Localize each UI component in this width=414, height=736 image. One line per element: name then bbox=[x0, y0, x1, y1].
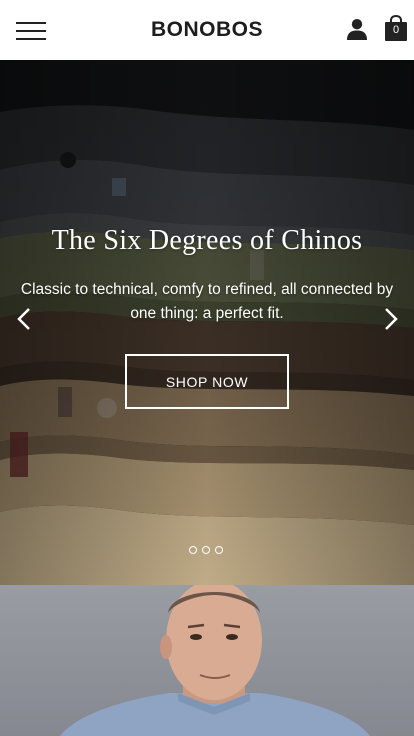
carousel-dot[interactable] bbox=[202, 546, 210, 554]
chevron-right-icon[interactable] bbox=[380, 307, 400, 331]
carousel-dot[interactable] bbox=[215, 546, 223, 554]
shopping-bag-icon[interactable]: 0 bbox=[384, 14, 408, 41]
hero-title: The Six Degrees of Chinos bbox=[51, 225, 363, 256]
site-header: BONOBOS 0 bbox=[0, 0, 414, 60]
model-portrait-image bbox=[0, 585, 414, 736]
bag-count-badge: 0 bbox=[392, 24, 400, 36]
chevron-left-icon[interactable] bbox=[15, 307, 35, 331]
shop-now-button[interactable]: SHOP NOW bbox=[125, 354, 289, 409]
carousel-dots bbox=[189, 546, 223, 554]
account-icon[interactable] bbox=[346, 18, 368, 40]
promo-banner-image[interactable] bbox=[0, 585, 414, 736]
carousel-dot[interactable] bbox=[189, 546, 197, 554]
hero-carousel: The Six Degrees of Chinos Classic to tec… bbox=[0, 60, 414, 585]
brand-logo[interactable]: BONOBOS bbox=[151, 18, 263, 42]
hero-subtitle: Classic to technical, comfy to refined, … bbox=[20, 281, 394, 322]
menu-icon[interactable] bbox=[16, 22, 46, 40]
